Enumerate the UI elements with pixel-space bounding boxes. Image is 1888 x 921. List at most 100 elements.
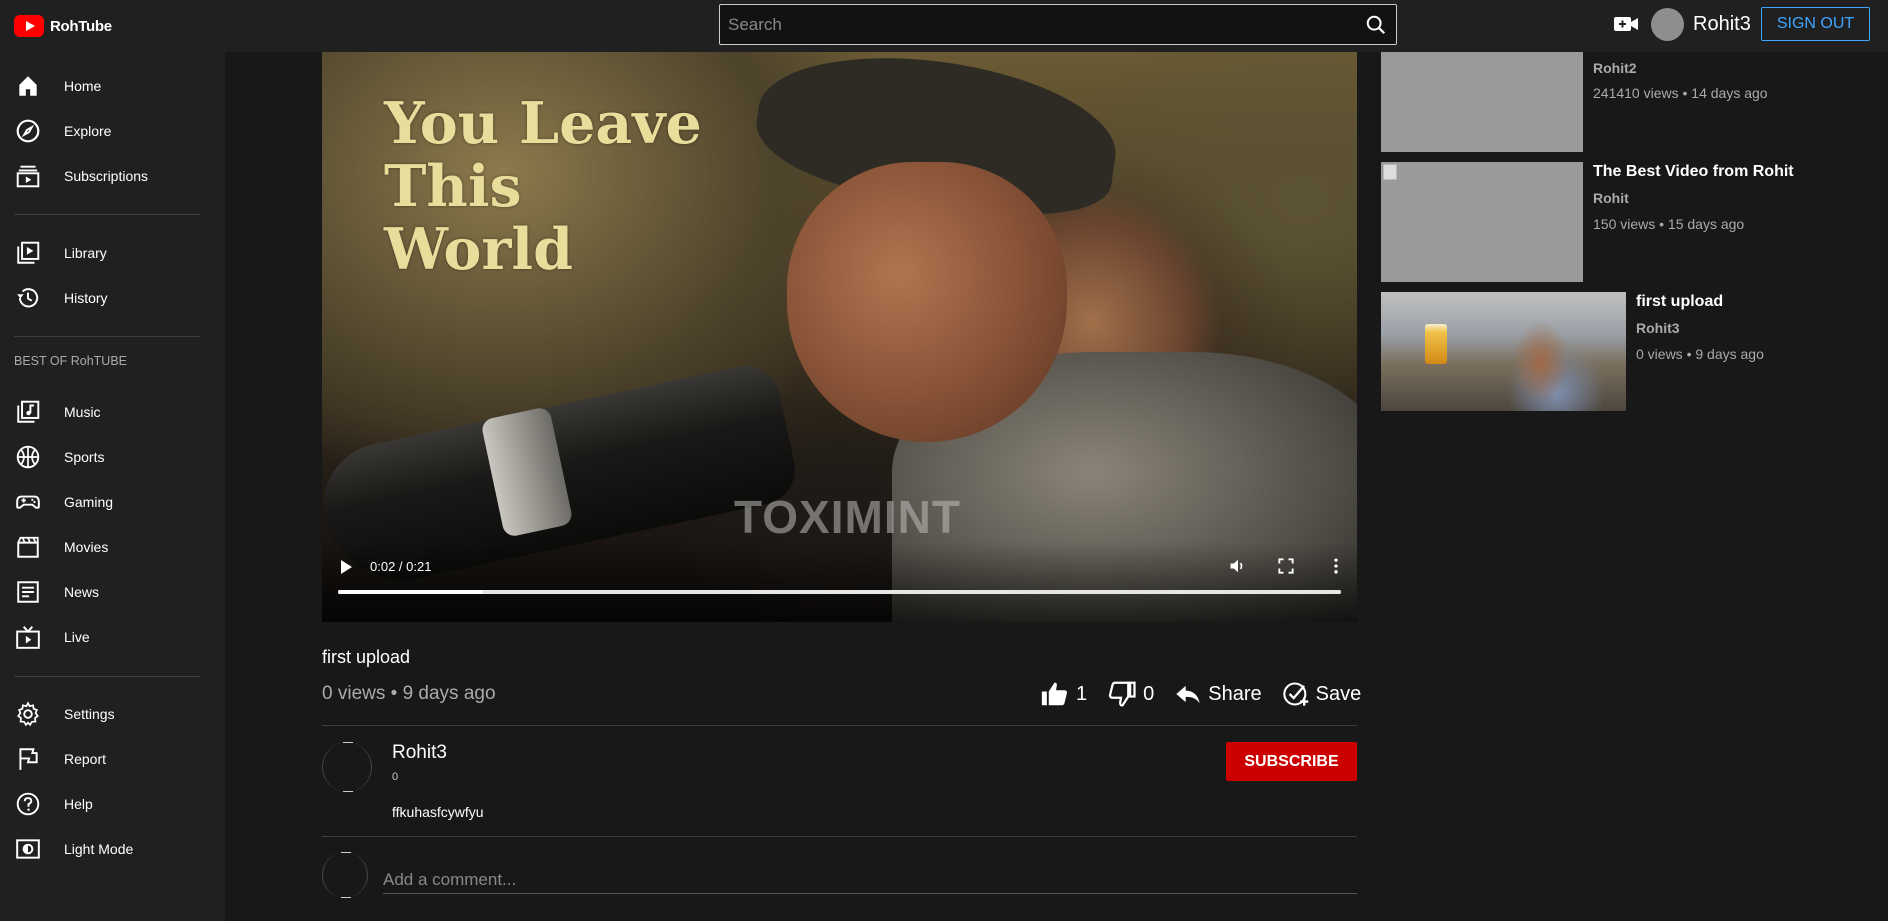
recommendation-card[interactable]: The Best Video from Rohit Rohit 150 view… — [1381, 162, 1831, 282]
sidebar-item-settings[interactable]: Settings — [0, 692, 225, 736]
channel-avatar[interactable] — [322, 742, 372, 792]
sidebar-item-label: Movies — [64, 539, 109, 555]
volume-icon — [1230, 559, 1243, 573]
sidebar-item-subscriptions[interactable]: Subscriptions — [0, 154, 225, 198]
dislike-button[interactable]: 0 — [1107, 679, 1154, 709]
logo[interactable]: RohTube — [14, 15, 112, 37]
divider — [322, 725, 1357, 726]
progress-track — [338, 590, 1341, 594]
frame-face — [787, 162, 1067, 442]
sidebar-item-light-mode[interactable]: Light Mode — [0, 827, 225, 871]
thumbnail-beer-glass — [1425, 324, 1447, 364]
recommendation-channel[interactable]: Rohit3 — [1636, 320, 1680, 336]
save-button[interactable]: Save — [1282, 680, 1361, 708]
more-options-button[interactable] — [1326, 556, 1346, 581]
recommendation-channel[interactable]: Rohit2 — [1593, 60, 1637, 76]
search-button[interactable] — [1356, 5, 1396, 44]
sidebar-item-report[interactable]: Report — [0, 737, 225, 781]
upload-video-button[interactable] — [1613, 13, 1639, 40]
sidebar-item-label: Settings — [64, 706, 115, 722]
recommendation-thumbnail[interactable] — [1381, 52, 1583, 152]
search-input[interactable] — [720, 5, 1356, 44]
video-meta: 0 views • 9 days ago — [322, 683, 496, 704]
progress-bar[interactable] — [338, 590, 1341, 594]
search-bar — [719, 4, 1397, 45]
news-icon — [14, 578, 42, 606]
sidebar-item-label: Report — [64, 751, 107, 767]
top-bar: RohTube Rohit3 SIGN OUT — [0, 0, 1888, 52]
sidebar-item-home[interactable]: Home — [0, 64, 225, 108]
subscribe-button[interactable]: SUBSCRIBE — [1226, 742, 1357, 781]
overlay-line: You Leave — [384, 90, 702, 157]
sidebar-item-movies[interactable]: Movies — [0, 525, 225, 569]
movies-icon — [14, 533, 42, 561]
flag-icon — [14, 745, 42, 773]
sidebar-item-label: Sports — [64, 449, 105, 465]
recommendation-thumbnail[interactable] — [1381, 162, 1583, 282]
video-watermark: TOXIMINT — [734, 491, 961, 543]
sidebar-item-label: News — [64, 584, 100, 600]
sidebar-section-title: BEST OF RohTUBE — [14, 354, 127, 368]
video-player[interactable]: You Leave This World TOXIMINT 0:02 / 0:2… — [322, 52, 1357, 622]
fullscreen-icon — [1278, 558, 1294, 574]
sidebar-item-library[interactable]: Library — [0, 231, 225, 275]
sidebar-item-label: Subscriptions — [64, 168, 149, 184]
recommendation-card[interactable]: first upload Rohit3 0 views • 9 days ago — [1381, 292, 1831, 411]
sidebar-item-label: Gaming — [64, 494, 114, 510]
subscriptions-icon — [14, 162, 42, 190]
recommendation-title[interactable]: The Best Video from Rohit — [1593, 163, 1794, 181]
library-icon — [14, 239, 42, 267]
video-title: first upload — [322, 647, 411, 667]
recommendation-meta: 150 views • 15 days ago — [1593, 216, 1745, 232]
sidebar-item-sports[interactable]: Sports — [0, 435, 225, 479]
player-controls: 0:02 / 0:21 — [322, 542, 1357, 622]
sidebar-item-label: Help — [64, 796, 93, 812]
user-avatar[interactable] — [1651, 8, 1684, 41]
share-button[interactable]: Share — [1174, 680, 1262, 708]
sidebar-item-label: Live — [64, 629, 90, 645]
sidebar-divider — [14, 214, 200, 215]
video-actions: 1 0 Share Save — [1040, 677, 1361, 711]
overlay-line: World — [384, 216, 573, 283]
sidebar-item-label: History — [64, 290, 108, 306]
video-frame: You Leave This World TOXIMINT — [322, 52, 1357, 622]
sidebar-item-history[interactable]: History — [0, 276, 225, 320]
dislike-count: 0 — [1143, 682, 1155, 705]
sidebar-divider — [14, 676, 200, 677]
sign-out-button[interactable]: SIGN OUT — [1761, 7, 1870, 41]
search-icon — [1366, 15, 1386, 34]
time-display: 0:02 / 0:21 — [370, 559, 432, 574]
app-root: RohTube Rohit3 SIGN OUT Home Explore Sub… — [0, 0, 1888, 921]
share-icon — [1176, 685, 1200, 704]
thumbs-up-icon — [1041, 682, 1067, 706]
save-playlist-icon — [1282, 682, 1308, 706]
recommendation-title[interactable]: first upload — [1636, 293, 1723, 311]
recommendation-thumbnail[interactable] — [1381, 292, 1626, 411]
sidebar-item-news[interactable]: News — [0, 570, 225, 614]
sidebar-item-explore[interactable]: Explore — [0, 109, 225, 153]
sidebar-item-music[interactable]: Music — [0, 390, 225, 434]
channel-name[interactable]: Rohit3 — [392, 742, 447, 764]
header-username[interactable]: Rohit3 — [1693, 13, 1751, 36]
sidebar-item-gaming[interactable]: Gaming — [0, 480, 225, 524]
home-icon — [14, 72, 42, 100]
recommendation-channel[interactable]: Rohit — [1593, 190, 1629, 206]
sidebar-item-label: Library — [64, 245, 107, 261]
help-icon — [14, 790, 42, 818]
sidebar: Home Explore Subscriptions Library Histo… — [0, 52, 225, 921]
volume-button[interactable] — [1228, 556, 1248, 581]
sidebar-item-label: Light Mode — [64, 841, 134, 857]
live-icon — [14, 623, 42, 651]
recommendation-card[interactable]: Rohit2 241410 views • 14 days ago — [1381, 52, 1831, 152]
progress-fill — [338, 590, 484, 594]
like-button[interactable]: 1 — [1040, 679, 1087, 709]
sidebar-item-help[interactable]: Help — [0, 782, 225, 826]
channel-subscriber-count: 0 — [392, 771, 399, 783]
sidebar-item-live[interactable]: Live — [0, 615, 225, 659]
fullscreen-button[interactable] — [1276, 556, 1296, 581]
sidebar-divider — [14, 336, 200, 337]
thumbs-down-icon — [1109, 681, 1136, 707]
play-icon[interactable] — [341, 560, 353, 574]
comment-input[interactable] — [383, 866, 1357, 894]
music-icon — [14, 398, 42, 426]
